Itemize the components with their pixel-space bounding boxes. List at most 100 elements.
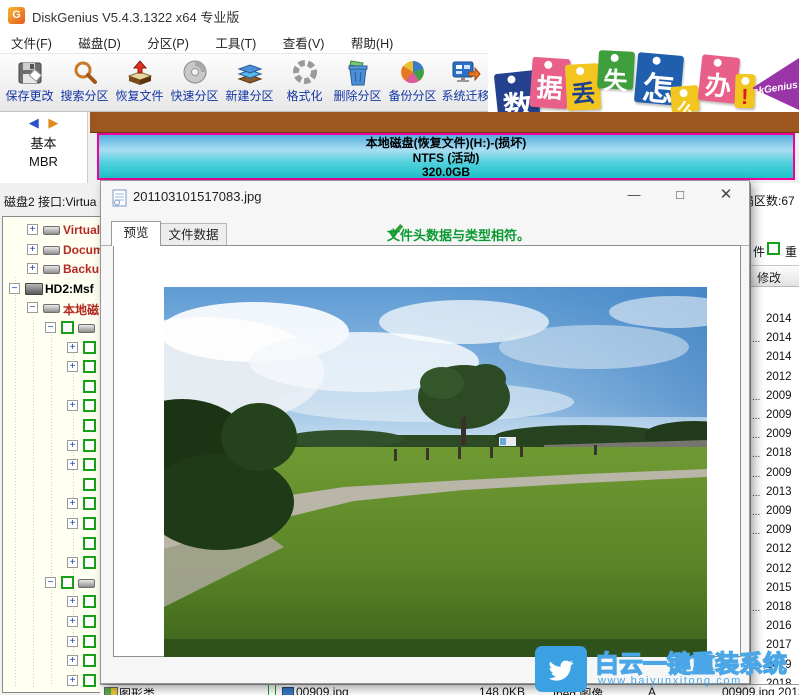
tree-checkbox[interactable]: [83, 615, 96, 628]
new-partition-button[interactable]: 新建分区: [222, 56, 277, 111]
file-row[interactable]: 2012: [751, 561, 799, 580]
close-button[interactable]: ✕: [704, 181, 748, 211]
menu-disk[interactable]: 磁盘(D): [67, 30, 131, 52]
tree-item[interactable]: +: [3, 515, 105, 534]
expand-icon[interactable]: +: [67, 342, 78, 353]
collapse-icon[interactable]: −: [45, 322, 56, 333]
tree-item[interactable]: +: [3, 397, 105, 416]
file-row[interactable]: 2012: [751, 541, 799, 560]
file-row[interactable]: 2012: [751, 369, 799, 388]
tree-item[interactable]: [3, 417, 105, 436]
tree-item[interactable]: +Backu: [3, 260, 105, 279]
collapse-icon[interactable]: −: [27, 302, 38, 313]
tree-item[interactable]: [3, 378, 105, 397]
tree-item[interactable]: −: [3, 574, 105, 593]
tree-item[interactable]: +Docum: [3, 241, 105, 260]
filter-checkbox[interactable]: [767, 242, 780, 255]
collapse-icon[interactable]: −: [45, 577, 56, 588]
file-row[interactable]: ...2009: [751, 388, 799, 407]
tree-item[interactable]: −本地磁: [3, 299, 105, 318]
menu-tools[interactable]: 工具(T): [204, 30, 267, 52]
expand-icon[interactable]: +: [67, 596, 78, 607]
tree-checkbox[interactable]: [83, 517, 96, 530]
partition-block-selected[interactable]: 本地磁盘(恢复文件)(H:)-(损坏) NTFS (活动) 320.0GB: [97, 133, 795, 180]
tree-item[interactable]: +: [3, 554, 105, 573]
expand-icon[interactable]: +: [67, 459, 78, 470]
format-button[interactable]: 格式化: [277, 56, 332, 111]
tree-item[interactable]: [3, 535, 105, 554]
tree-checkbox[interactable]: [83, 360, 96, 373]
file-row[interactable]: ...2018: [751, 445, 799, 464]
file-row[interactable]: 2014: [751, 349, 799, 368]
tree-checkbox[interactable]: [61, 576, 74, 589]
tab-file-data[interactable]: 文件数据: [161, 223, 227, 246]
menu-file[interactable]: 文件(F): [0, 30, 63, 52]
expand-icon[interactable]: +: [67, 636, 78, 647]
recover-files-button[interactable]: 恢复文件: [112, 56, 167, 111]
tree-item[interactable]: −: [3, 319, 105, 338]
expand-icon[interactable]: +: [67, 518, 78, 529]
minimize-button[interactable]: —: [612, 181, 656, 211]
tree-item[interactable]: +: [3, 652, 105, 671]
expand-icon[interactable]: +: [67, 557, 78, 568]
tree-item[interactable]: +: [3, 593, 105, 612]
file-row[interactable]: 2016: [751, 618, 799, 637]
nav-back-icon[interactable]: ◀: [29, 115, 39, 130]
expand-icon[interactable]: +: [67, 440, 78, 451]
collapse-icon[interactable]: −: [9, 283, 20, 294]
column-header-modified[interactable]: 修改: [751, 265, 799, 287]
expand-icon[interactable]: +: [27, 263, 38, 274]
delete-partition-button[interactable]: 删除分区: [330, 56, 385, 111]
backup-partition-button[interactable]: 备份分区: [385, 56, 440, 111]
maximize-button[interactable]: □: [658, 181, 702, 211]
tree-checkbox[interactable]: [83, 399, 96, 412]
expand-icon[interactable]: +: [67, 675, 78, 686]
expand-icon[interactable]: +: [67, 498, 78, 509]
file-row[interactable]: ...2009: [751, 503, 799, 522]
tree-checkbox[interactable]: [83, 537, 96, 550]
expand-icon[interactable]: +: [67, 616, 78, 627]
file-row[interactable]: ...2009: [751, 465, 799, 484]
system-migrate-button[interactable]: 系统迁移: [438, 56, 493, 111]
tree-item[interactable]: +: [3, 613, 105, 632]
file-row[interactable]: 2014: [751, 311, 799, 330]
tree-checkbox[interactable]: [83, 635, 96, 648]
expand-icon[interactable]: +: [67, 400, 78, 411]
file-row[interactable]: ...2009: [751, 407, 799, 426]
file-row[interactable]: ...2009: [751, 426, 799, 445]
tree-item[interactable]: +: [3, 672, 105, 691]
expand-icon[interactable]: +: [27, 244, 38, 255]
file-row[interactable]: ...2013: [751, 484, 799, 503]
tab-preview[interactable]: 预览: [111, 221, 161, 246]
tree-item[interactable]: +Virtual: [3, 221, 105, 240]
menu-view[interactable]: 查看(V): [272, 30, 336, 52]
tree-checkbox[interactable]: [83, 497, 96, 510]
tree-item[interactable]: +: [3, 633, 105, 652]
search-partition-button[interactable]: 搜索分区: [57, 56, 112, 111]
tree-item[interactable]: +: [3, 339, 105, 358]
ad-banner[interactable]: 数据丢失怎么办! DiskGenius: [488, 50, 799, 112]
tree-checkbox[interactable]: [83, 595, 96, 608]
tree-checkbox[interactable]: [61, 321, 74, 334]
tree-checkbox[interactable]: [83, 380, 96, 393]
nav-forward-icon[interactable]: ▶: [48, 115, 58, 130]
expand-icon[interactable]: +: [67, 655, 78, 666]
tree-checkbox[interactable]: [83, 478, 96, 491]
file-row[interactable]: 2015: [751, 580, 799, 599]
tree-checkbox[interactable]: [83, 341, 96, 354]
file-row[interactable]: ...2018: [751, 599, 799, 618]
tree-checkbox[interactable]: [83, 556, 96, 569]
dialog-title-bar[interactable]: 201103101517083.jpg — □ ✕: [101, 181, 749, 213]
tree-checkbox[interactable]: [83, 674, 96, 687]
tree-item[interactable]: +: [3, 456, 105, 475]
menu-help[interactable]: 帮助(H): [340, 30, 404, 52]
tree-item[interactable]: +: [3, 437, 105, 456]
expand-icon[interactable]: +: [67, 361, 78, 372]
tree-item[interactable]: +: [3, 358, 105, 377]
tree-checkbox[interactable]: [83, 458, 96, 471]
tree-checkbox[interactable]: [83, 439, 96, 452]
tree-checkbox[interactable]: [83, 654, 96, 667]
save-changes-button[interactable]: 保存更改: [2, 56, 57, 111]
tree-item[interactable]: +: [3, 495, 105, 514]
file-row[interactable]: ...2014: [751, 330, 799, 349]
